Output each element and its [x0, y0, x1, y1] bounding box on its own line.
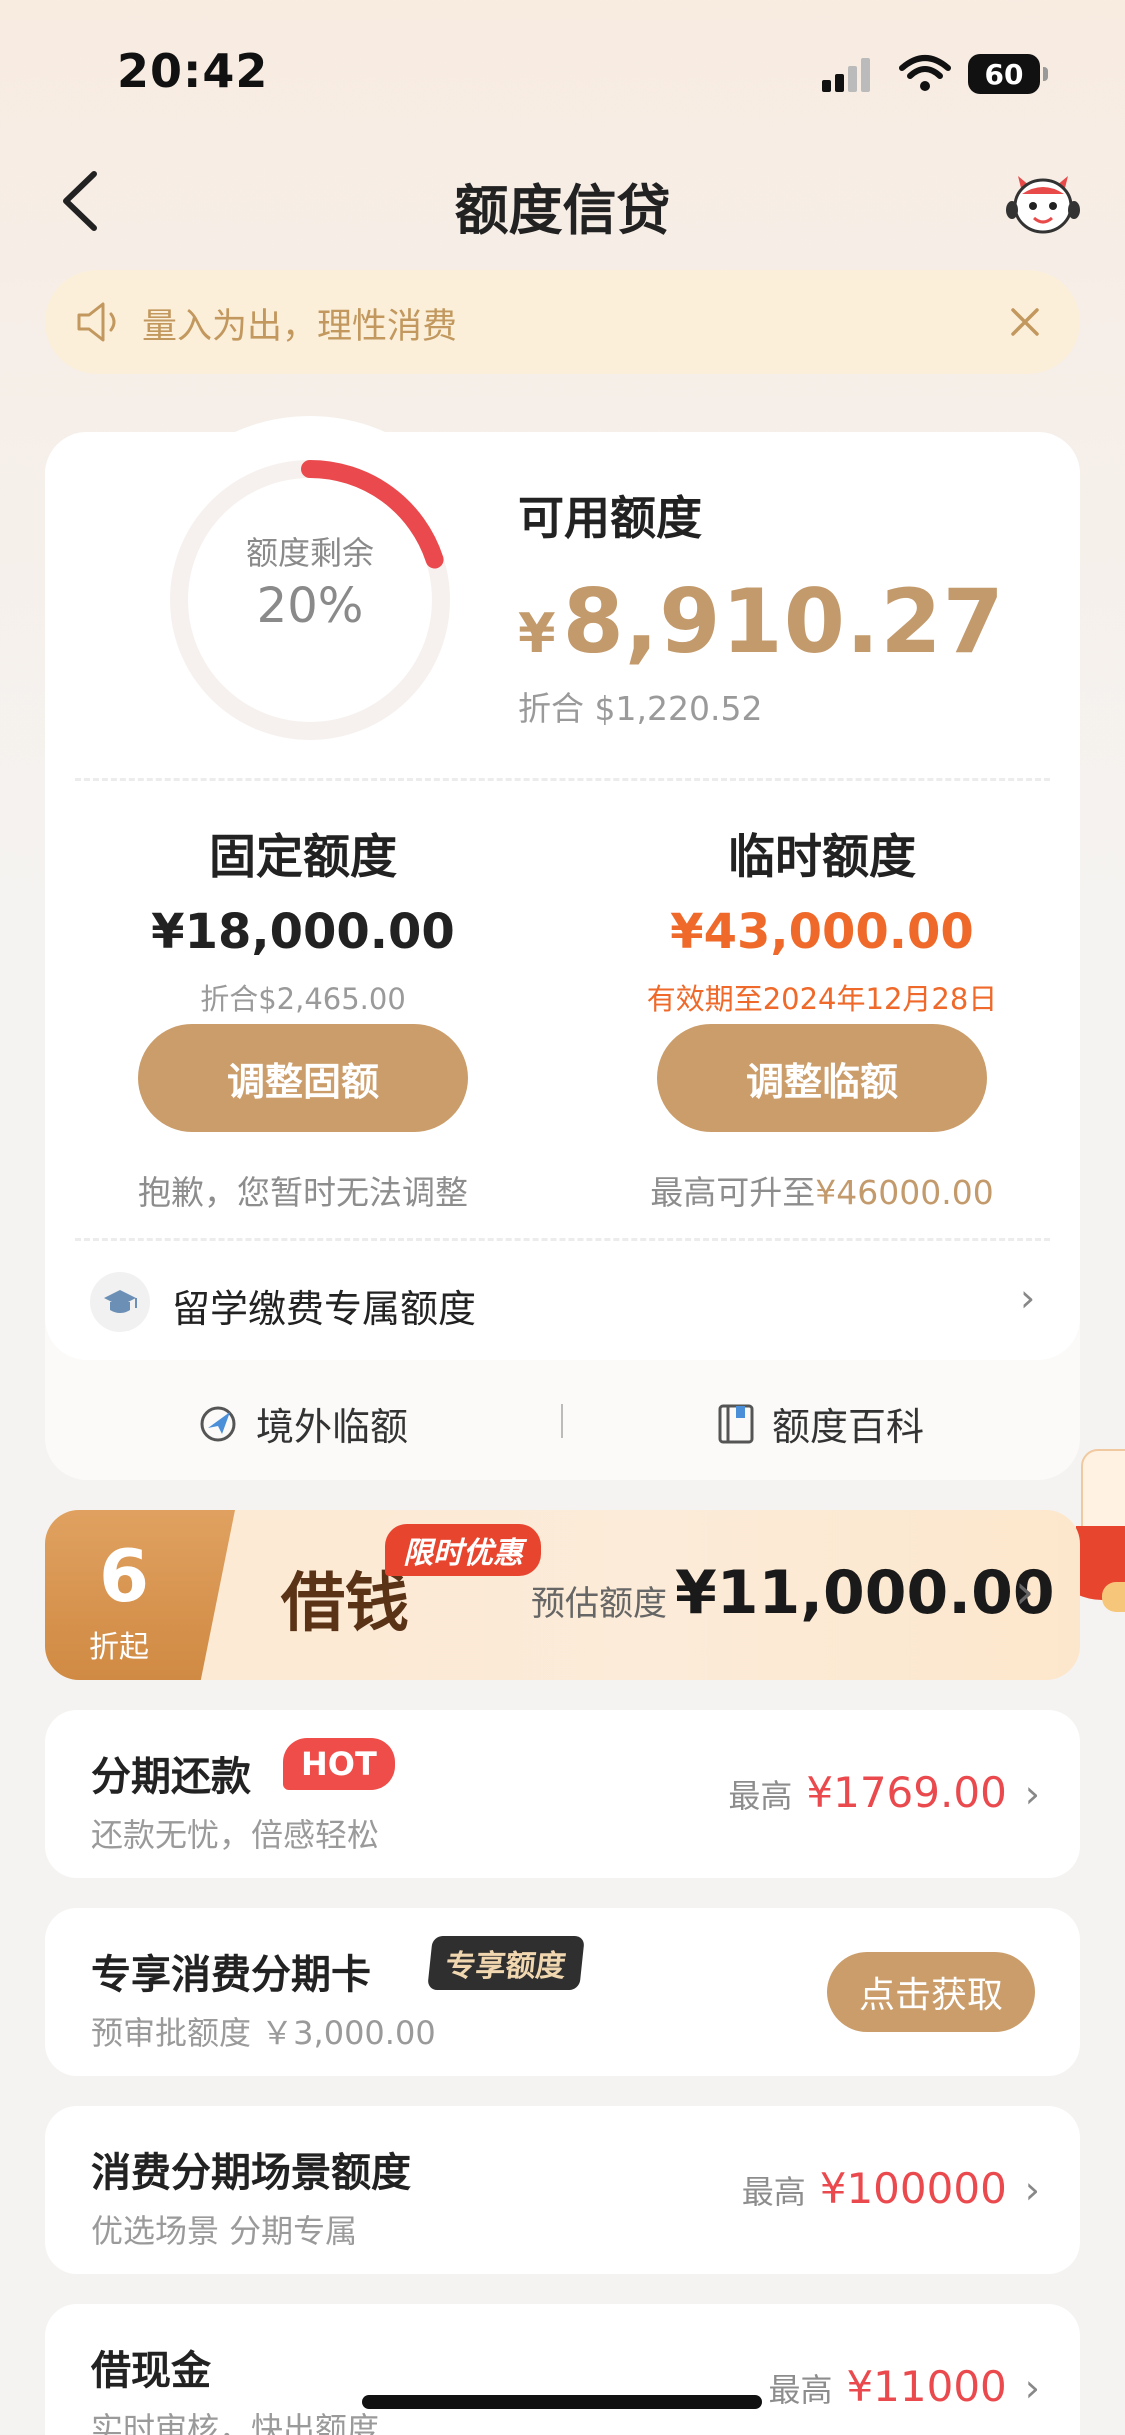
wifi-icon	[899, 55, 951, 91]
page-title: 额度信贷	[454, 179, 671, 242]
temp-quota-amount: ¥43,000.00	[670, 904, 974, 960]
available-label: 可用额度	[518, 491, 702, 545]
overseas-temp-link[interactable]: 境外临额	[196, 1396, 408, 1451]
home-indicator	[362, 2395, 762, 2409]
max-label: 最高	[728, 1777, 793, 1815]
temp-note-prefix: 最高可升至	[650, 1173, 816, 1212]
quota-wiki-link[interactable]: 额度百科	[716, 1396, 924, 1451]
temp-note-value: ¥46000.00	[815, 1173, 994, 1212]
book-icon	[718, 1404, 754, 1443]
estimate-amount: ¥11,000.00	[675, 1558, 1055, 1628]
signal-icon	[822, 58, 870, 92]
scene-title: 消费分期场景额度	[91, 2150, 411, 2196]
speaker-icon	[77, 302, 116, 342]
divider	[75, 778, 1050, 781]
temp-quota-note: 最高可升至¥46000.00	[594, 1166, 1050, 1214]
quota-wiki-label: 额度百科	[772, 1405, 925, 1449]
divider	[561, 1404, 563, 1438]
max-label: 最高	[768, 2371, 833, 2409]
scene-subtitle: 优选场景 分期专属	[91, 2212, 358, 2250]
fixed-quota-converted: 折合$2,465.00	[200, 982, 406, 1016]
temp-quota-validity: 有效期至2024年12月28日	[646, 982, 998, 1016]
max-value: ¥1769.00	[806, 1768, 1007, 1817]
overseas-temp-label: 境外临额	[256, 1405, 409, 1449]
installment-max: 最高 ¥1769.00 ›	[728, 1768, 1040, 1817]
study-row-icon-bg	[90, 1272, 150, 1332]
exclusive-card-title: 专享消费分期卡	[91, 1952, 371, 1998]
temp-quota-title: 临时额度	[728, 830, 916, 885]
max-value: ¥100000	[819, 2164, 1007, 2213]
installment-card[interactable]: 分期还款 HOT 还款无忧，倍感轻松 最高 ¥1769.00 ›	[45, 1710, 1080, 1878]
status-time: 20:42	[117, 44, 269, 98]
chevron-right-icon: ›	[1015, 1564, 1035, 1620]
mascot-icon[interactable]	[1004, 166, 1082, 240]
scene-max: 最高 ¥100000 ›	[742, 2164, 1040, 2213]
ring-caption: 额度剩余	[245, 534, 374, 572]
available-amount: ¥8,910.27	[518, 570, 1005, 673]
study-quota-link[interactable]: 留学缴费专属额度	[172, 1278, 476, 1333]
scene-quota-card[interactable]: 消费分期场景额度 优选场景 分期专属 最高 ¥100000 ›	[45, 2106, 1080, 2274]
adjust-temp-button[interactable]: 调整临额	[657, 1024, 987, 1132]
close-icon[interactable]	[1005, 302, 1045, 342]
chevron-right-icon: ›	[1024, 2366, 1040, 2410]
plane-icon	[200, 1406, 236, 1441]
notice-text: 量入为出，理性消费	[142, 307, 458, 347]
exclusive-card[interactable]: 专享消费分期卡 专享额度 预审批额度 ￥3,000.00 点击获取	[45, 1908, 1080, 2076]
battery-icon: 60	[968, 54, 1048, 94]
max-label: 最高	[741, 2173, 806, 2211]
cash-card[interactable]: 借现金 实时审核，快出额度 最高 ¥11000 ›	[45, 2304, 1080, 2435]
chevron-right-icon: ›	[1024, 2168, 1040, 2212]
discount-suffix: 折起	[89, 1630, 149, 1665]
ring-value: 20%	[256, 578, 364, 634]
currency-symbol: ¥	[518, 602, 557, 665]
estimate-label: 预估额度	[531, 1584, 667, 1624]
cash-title: 借现金	[91, 2348, 211, 2394]
borrow-banner[interactable]: 6 折起 借钱 限时优惠 预估额度 ¥11,000.00 ›	[45, 1510, 1080, 1680]
get-now-button[interactable]: 点击获取	[827, 1952, 1035, 2032]
max-value: ¥11000	[846, 2362, 1007, 2411]
cash-max: 最高 ¥11000 ›	[768, 2362, 1040, 2411]
graduation-cap-icon	[104, 1290, 137, 1313]
chevron-right-icon: ›	[1024, 1772, 1040, 1816]
fixed-quota-amount: ¥18,000.00	[151, 904, 455, 960]
exclusive-card-subtitle: 预审批额度 ￥3,000.00	[91, 2014, 436, 2052]
discount-number: 6	[99, 1534, 150, 1618]
available-converted: 折合 $1,220.52	[518, 689, 763, 728]
adjust-fixed-button[interactable]: 调整固额	[138, 1024, 468, 1132]
installment-title: 分期还款	[91, 1754, 251, 1800]
exclusive-badge: 专享额度	[427, 1936, 585, 1990]
hot-badge: HOT	[283, 1738, 395, 1790]
chevron-right-icon[interactable]: ›	[1020, 1276, 1035, 1320]
installment-subtitle: 还款无忧，倍感轻松	[91, 1816, 380, 1854]
fixed-quota-note: 抱歉，您暂时无法调整	[138, 1173, 468, 1212]
divider	[75, 1238, 1050, 1241]
status-icons: 60	[820, 52, 1050, 96]
cash-subtitle: 实时审核，快出额度	[91, 2410, 380, 2435]
notice-bar: 量入为出，理性消费	[45, 270, 1080, 374]
available-value: 8,910.27	[562, 570, 1005, 673]
fixed-quota-title: 固定额度	[209, 830, 397, 885]
limited-offer-tag: 限时优惠	[385, 1524, 541, 1576]
